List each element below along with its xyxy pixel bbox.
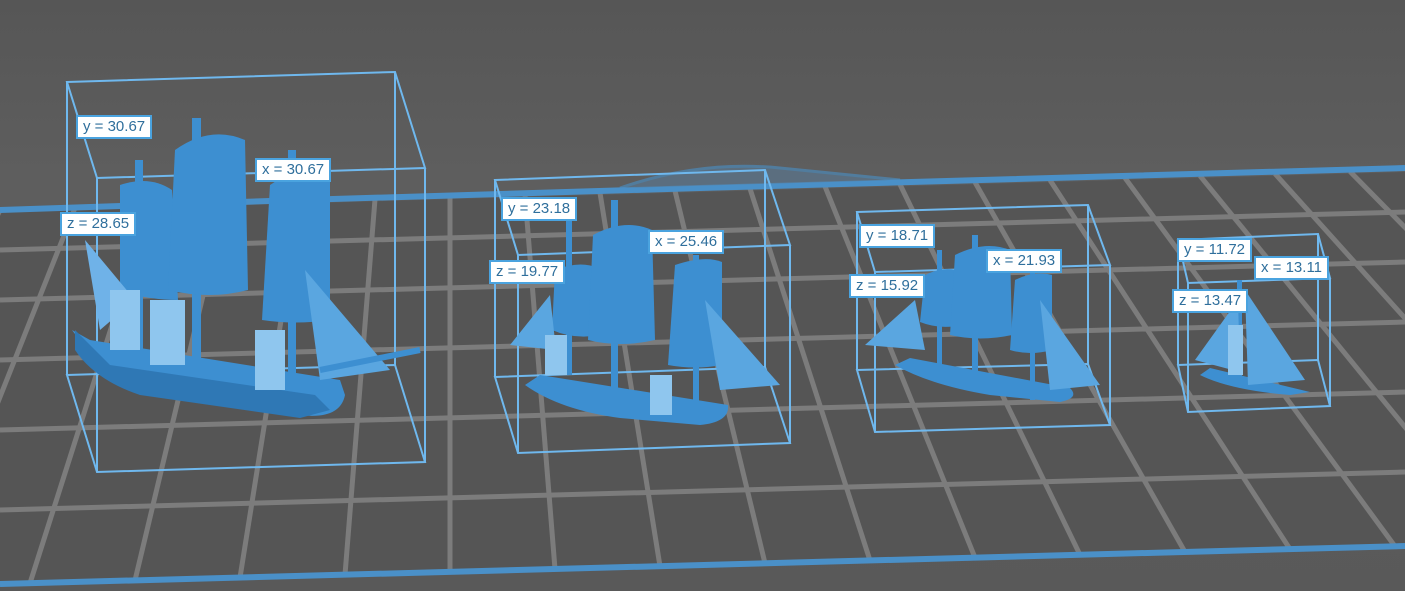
ship-tiny-z-dimension-label: z = 13.47 — [1172, 289, 1249, 313]
ship-medium-x-dimension-label: x = 25.46 — [648, 230, 725, 254]
ship-medium-y-dimension-label: y = 23.18 — [501, 197, 578, 221]
ship-tiny-x-dimension-label: x = 13.11 — [1254, 256, 1330, 280]
3d-viewport[interactable]: y = 30.67 x = 30.67 z = 28.65 y = 23.18 … — [0, 0, 1405, 591]
ship-large-x-dimension-label: x = 30.67 — [255, 158, 332, 182]
ship-small-y-dimension-label: y = 18.71 — [859, 224, 936, 248]
ship-large-y-dimension-label: y = 30.67 — [76, 115, 153, 139]
ship-tiny-y-dimension-label: y = 11.72 — [1177, 238, 1253, 262]
ship-medium-z-dimension-label: z = 19.77 — [489, 260, 566, 284]
ship-large-z-dimension-label: z = 28.65 — [60, 212, 137, 236]
ship-small-x-dimension-label: x = 21.93 — [986, 249, 1063, 273]
ship-small-z-dimension-label: z = 15.92 — [849, 274, 926, 298]
